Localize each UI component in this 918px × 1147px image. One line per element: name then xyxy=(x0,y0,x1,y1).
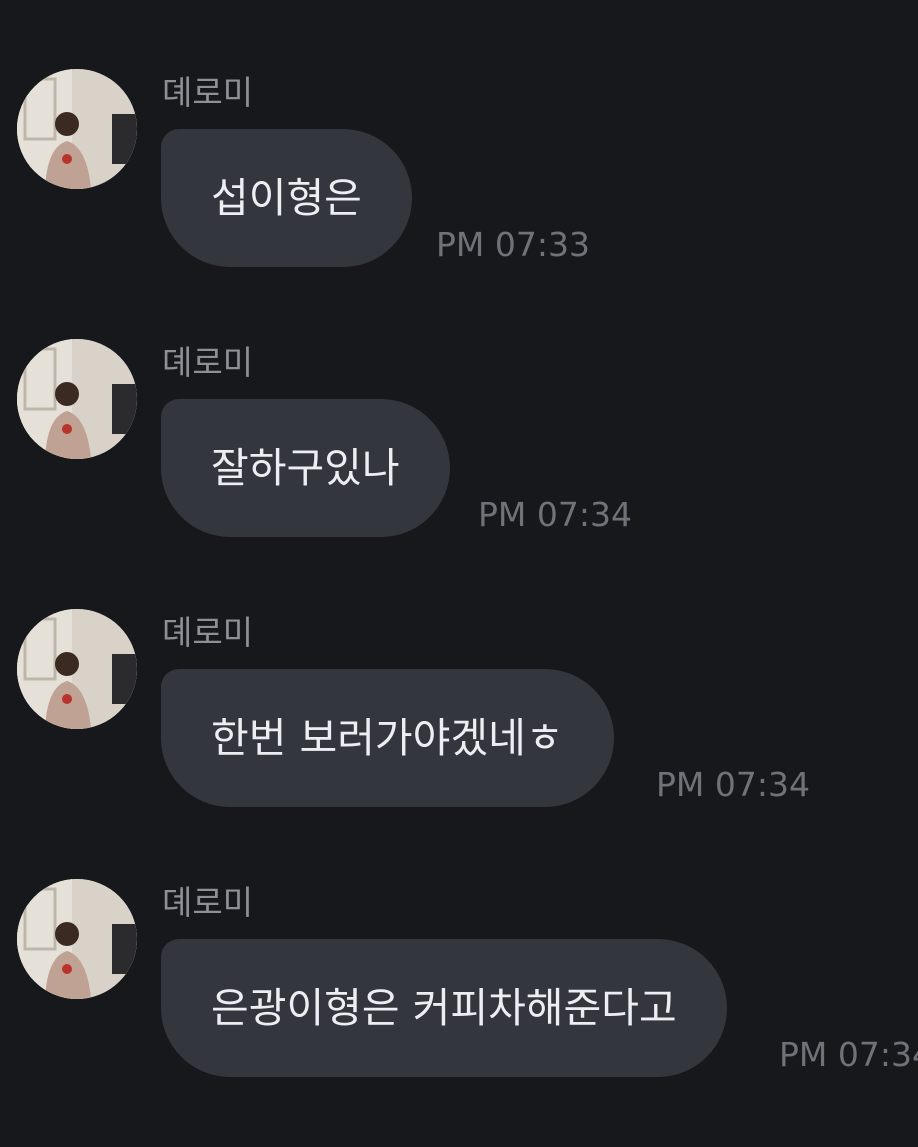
profile-photo-icon xyxy=(17,69,137,189)
chat-message: 뎨로미 한번 보러가야겠네ㅎ PM 07:34 xyxy=(0,609,918,809)
message-bubble[interactable]: 은광이형은 커피차해준다고 xyxy=(161,939,727,1077)
sender-name: 뎨로미 xyxy=(162,343,254,382)
sender-avatar[interactable] xyxy=(17,69,137,189)
sender-name: 뎨로미 xyxy=(162,73,254,112)
profile-photo-icon xyxy=(17,879,137,999)
sender-name: 뎨로미 xyxy=(162,613,254,652)
sender-name: 뎨로미 xyxy=(162,883,254,922)
chat-message: 뎨로미 섭이형은 PM 07:33 xyxy=(0,69,918,269)
message-bubble[interactable]: 섭이형은 xyxy=(161,129,412,267)
chat-message: 뎨로미 잘하구있나 PM 07:34 xyxy=(0,339,918,539)
message-time: PM 07:34 xyxy=(478,495,632,534)
message-bubble[interactable]: 한번 보러가야겠네ㅎ xyxy=(161,669,614,807)
message-time: PM 07:34 xyxy=(656,765,810,804)
message-time: PM 07:34 xyxy=(779,1035,918,1074)
chat-message: 뎨로미 은광이형은 커피차해준다고 PM 07:34 xyxy=(0,879,918,1079)
sender-avatar[interactable] xyxy=(17,879,137,999)
message-time: PM 07:33 xyxy=(436,225,590,264)
profile-photo-icon xyxy=(17,609,137,729)
profile-photo-icon xyxy=(17,339,137,459)
sender-avatar[interactable] xyxy=(17,339,137,459)
sender-avatar[interactable] xyxy=(17,609,137,729)
message-bubble[interactable]: 잘하구있나 xyxy=(161,399,450,537)
